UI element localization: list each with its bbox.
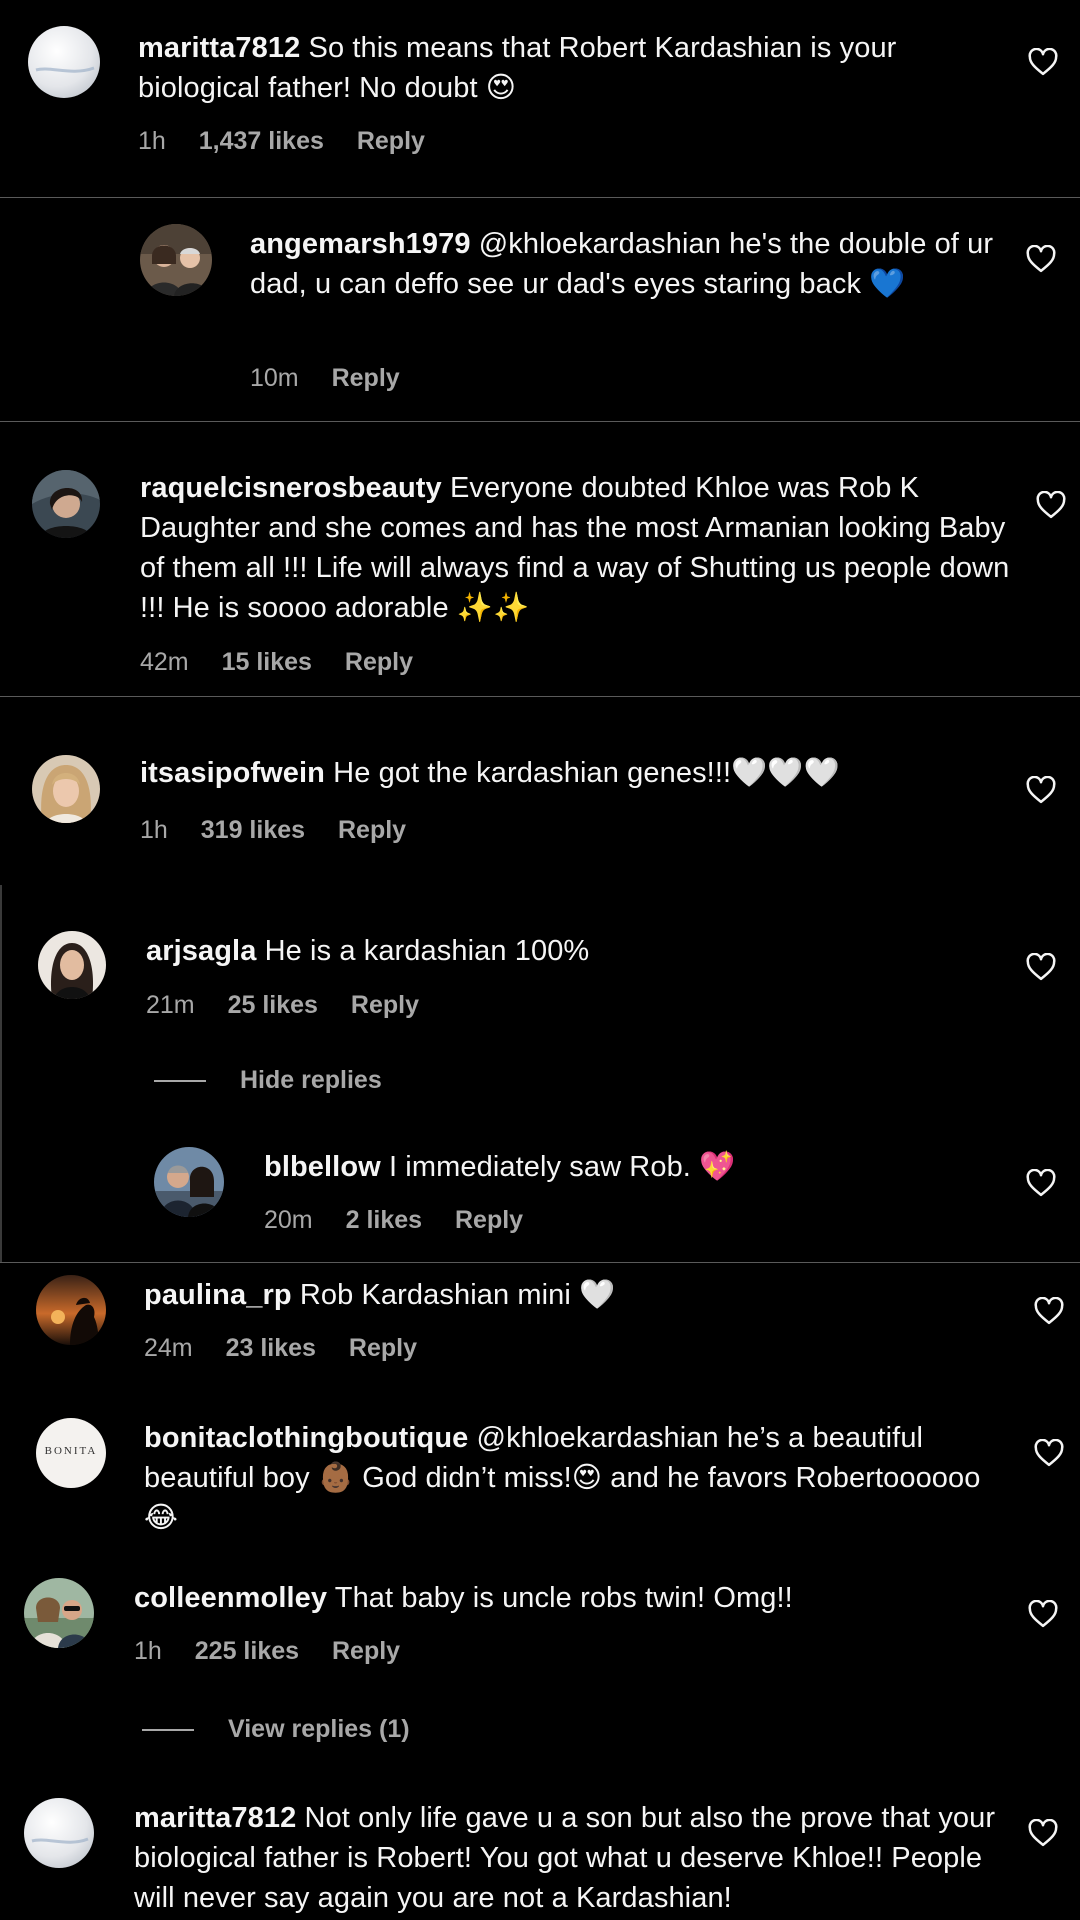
comment-text: maritta7812 Not only life gave u a son b… xyxy=(134,1798,1004,1918)
comment-body: He is a kardashian 100% xyxy=(264,935,590,967)
heart-outline-icon[interactable] xyxy=(1026,1169,1056,1197)
avatar[interactable] xyxy=(28,26,100,98)
comment-block: arjsagla He is a kardashian 100% 21m 25 … xyxy=(2,887,1080,1263)
comment-block: paulina_rp Rob Kardashian mini 🤍 24m 23 … xyxy=(0,1263,1080,1400)
comment-meta: 20m 2 likes Reply xyxy=(264,1205,549,1235)
reply-button[interactable]: Reply xyxy=(455,1206,523,1234)
username[interactable]: maritta7812 xyxy=(134,1802,296,1834)
comment-meta: 42m 15 likes Reply xyxy=(140,647,439,677)
comment-meta: 1h 225 likes Reply xyxy=(134,1636,426,1666)
like-count[interactable]: 2 likes xyxy=(346,1206,422,1234)
reply-button[interactable]: Reply xyxy=(345,648,413,676)
timestamp: 24m xyxy=(144,1334,193,1362)
timestamp: 1h xyxy=(138,127,166,155)
reply-button[interactable]: Reply xyxy=(338,816,406,844)
comment-text: bonitaclothingboutique @khloekardashian … xyxy=(144,1418,1004,1538)
timestamp: 42m xyxy=(140,648,189,676)
comment-text: angemarsh1979 @khloekardashian he's the … xyxy=(250,224,1010,304)
like-count[interactable]: 319 likes xyxy=(201,816,305,844)
comment-meta: 1h 319 likes Reply xyxy=(140,815,432,845)
timestamp: 20m xyxy=(264,1206,313,1234)
comment-text: arjsagla He is a kardashian 100% xyxy=(146,931,1006,971)
comment-block: itsasipofwein He got the kardashian gene… xyxy=(0,697,1080,887)
username[interactable]: colleenmolley xyxy=(134,1582,327,1614)
timestamp: 21m xyxy=(146,991,195,1019)
heart-outline-icon[interactable] xyxy=(1028,1819,1058,1847)
username[interactable]: itsasipofwein xyxy=(140,757,325,789)
heart-outline-icon[interactable] xyxy=(1028,1600,1058,1628)
heart-outline-icon[interactable] xyxy=(1026,245,1056,273)
avatar[interactable] xyxy=(24,1798,94,1868)
comment-block: angemarsh1979 @khloekardashian he's the … xyxy=(0,198,1080,422)
like-count[interactable]: 25 likes xyxy=(228,991,318,1019)
comment-text: blbellow I immediately saw Rob. 💖 xyxy=(264,1147,1004,1187)
comment-body: I immediately saw Rob. 💖 xyxy=(388,1151,736,1183)
comment-text: maritta7812 So this means that Robert Ka… xyxy=(138,28,998,108)
comment-block: maritta7812 So this means that Robert Ka… xyxy=(0,0,1080,198)
timestamp: 1h xyxy=(140,816,168,844)
username[interactable]: raquelcisnerosbeauty xyxy=(140,472,442,504)
avatar[interactable] xyxy=(154,1147,224,1217)
reply-button[interactable]: Reply xyxy=(357,127,425,155)
avatar[interactable] xyxy=(32,470,100,538)
hide-replies-button[interactable]: Hide replies xyxy=(154,1065,382,1095)
like-count[interactable]: 225 likes xyxy=(195,1637,299,1665)
reply-button[interactable]: Reply xyxy=(351,991,419,1019)
comment-text: itsasipofwein He got the kardashian gene… xyxy=(140,753,1000,793)
comment-block: maritta7812 Not only life gave u a son b… xyxy=(0,1760,1080,1920)
comment-meta: 10m Reply xyxy=(250,363,426,393)
like-count[interactable]: 23 likes xyxy=(226,1334,316,1362)
comment-meta: 24m 23 likes Reply xyxy=(144,1333,443,1363)
brand-logo-avatar[interactable]: BONITA xyxy=(36,1418,106,1488)
timestamp: 10m xyxy=(250,364,299,392)
thread-line xyxy=(154,1080,206,1083)
thread-line xyxy=(142,1729,194,1732)
heart-outline-icon[interactable] xyxy=(1034,1297,1064,1325)
comment-body: He got the kardashian genes!!!🤍🤍🤍 xyxy=(333,757,840,789)
brand-logo-text: BONITA xyxy=(44,1445,98,1457)
heart-outline-icon[interactable] xyxy=(1026,776,1056,804)
avatar[interactable] xyxy=(24,1578,94,1648)
username[interactable]: bonitaclothingboutique xyxy=(144,1422,468,1454)
heart-outline-icon[interactable] xyxy=(1026,953,1056,981)
comment-text: raquelcisnerosbeauty Everyone doubted Kh… xyxy=(140,468,1010,628)
timestamp: 1h xyxy=(134,1637,162,1665)
comment-meta: 21m 25 likes Reply xyxy=(146,990,445,1020)
heart-outline-icon[interactable] xyxy=(1036,491,1066,519)
username[interactable]: arjsagla xyxy=(146,935,256,967)
heart-outline-icon[interactable] xyxy=(1034,1439,1064,1467)
comment-text: colleenmolley That baby is uncle robs tw… xyxy=(134,1578,1004,1618)
avatar[interactable] xyxy=(140,224,212,296)
comment-block: raquelcisnerosbeauty Everyone doubted Kh… xyxy=(0,422,1080,696)
view-replies-button[interactable]: View replies (1) xyxy=(142,1714,410,1744)
username[interactable]: blbellow xyxy=(264,1151,381,1183)
like-count[interactable]: 1,437 likes xyxy=(199,127,324,155)
hide-replies-label: Hide replies xyxy=(240,1066,382,1094)
reply-button[interactable]: Reply xyxy=(332,364,400,392)
comment-block: BONITA bonitaclothingboutique @khloekard… xyxy=(0,1400,1080,1540)
comment-block: colleenmolley That baby is uncle robs tw… xyxy=(0,1540,1080,1760)
heart-outline-icon[interactable] xyxy=(1028,48,1058,76)
avatar[interactable] xyxy=(32,755,100,823)
reply-button[interactable]: Reply xyxy=(349,1334,417,1362)
view-replies-label: View replies (1) xyxy=(228,1715,410,1743)
comment-meta: 1h 1,437 likes Reply xyxy=(138,126,451,156)
avatar[interactable] xyxy=(36,1275,106,1345)
avatar[interactable] xyxy=(38,931,106,999)
comment-body: That baby is uncle robs twin! Omg!! xyxy=(334,1582,793,1614)
username[interactable]: maritta7812 xyxy=(138,32,300,64)
comment-body: Rob Kardashian mini 🤍 xyxy=(299,1279,616,1311)
username[interactable]: angemarsh1979 xyxy=(250,228,471,260)
username[interactable]: paulina_rp xyxy=(144,1279,292,1311)
like-count[interactable]: 15 likes xyxy=(222,648,312,676)
reply-button[interactable]: Reply xyxy=(332,1637,400,1665)
comment-text: paulina_rp Rob Kardashian mini 🤍 xyxy=(144,1275,1004,1315)
